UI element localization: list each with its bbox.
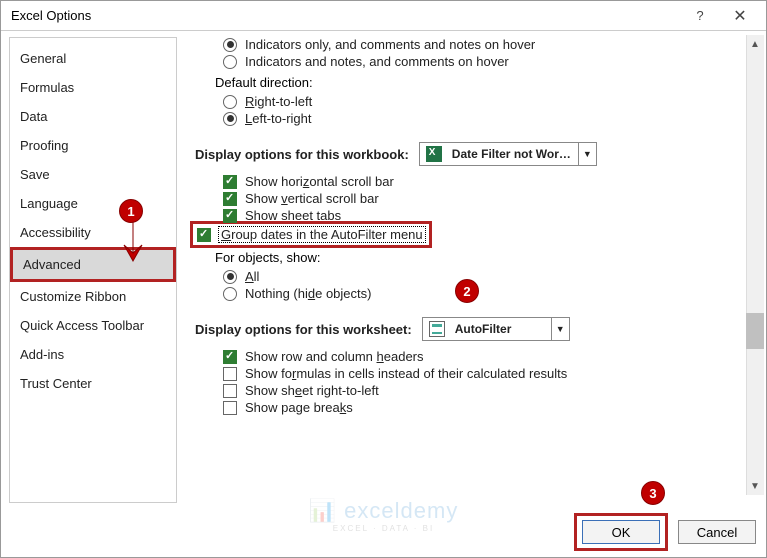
chk-label: Show horizontal scroll bar [245, 174, 394, 189]
excel-icon [424, 144, 444, 164]
callout-3: 3 [641, 481, 665, 505]
chk-label: Show formulas in cells instead of their … [245, 366, 567, 381]
sidebar: General Formulas Data Proofing Save Lang… [9, 37, 177, 503]
dialog-title: Excel Options [7, 8, 680, 23]
chevron-down-icon: ▼ [551, 318, 569, 340]
chevron-down-icon: ▼ [578, 143, 596, 165]
scroll-thumb[interactable] [746, 313, 764, 349]
cancel-button[interactable]: Cancel [678, 520, 756, 544]
workbook-combo[interactable]: Date Filter not Wor… ▼ [419, 142, 597, 166]
close-button[interactable]: ✕ [720, 2, 760, 30]
chk-tabs[interactable] [223, 209, 237, 223]
callout-2: 2 [455, 279, 479, 303]
radio-label: Indicators and notes, and comments on ho… [245, 54, 509, 69]
content-pane: Indicators only, and comments and notes … [177, 31, 766, 509]
excel-options-dialog: Excel Options ? ✕ General Formulas Data … [0, 0, 767, 558]
scroll-up-icon[interactable]: ▲ [746, 35, 764, 53]
sidebar-item-quick-access[interactable]: Quick Access Toolbar [10, 311, 176, 340]
radio-label: Right-to-left [245, 94, 312, 109]
chk-group-dates[interactable] [197, 228, 211, 242]
section-label: Display options for this worksheet: [195, 322, 412, 337]
chk-rowcol[interactable] [223, 350, 237, 364]
radio-nothing[interactable] [223, 287, 237, 301]
worksheet-combo[interactable]: AutoFilter ▼ [422, 317, 570, 341]
chk-pagebreaks[interactable] [223, 401, 237, 415]
sidebar-item-data[interactable]: Data [10, 102, 176, 131]
sidebar-item-general[interactable]: General [10, 44, 176, 73]
ok-highlight: OK [574, 513, 668, 551]
sidebar-item-language[interactable]: Language [10, 189, 176, 218]
chk-label: Group dates in the AutoFilter menu [219, 227, 425, 242]
dialog-body: General Formulas Data Proofing Save Lang… [1, 31, 766, 509]
section-worksheet: Display options for this worksheet: Auto… [195, 317, 758, 341]
radio-ltr[interactable] [223, 112, 237, 126]
chk-formulas[interactable] [223, 367, 237, 381]
sidebar-item-proofing[interactable]: Proofing [10, 131, 176, 160]
radio-all[interactable] [223, 270, 237, 284]
radio-label: Indicators only, and comments and notes … [245, 37, 535, 52]
sheet-icon [427, 319, 447, 339]
radio-label: Left-to-right [245, 111, 311, 126]
sidebar-item-accessibility[interactable]: Accessibility [10, 218, 176, 247]
chk-label: Show vertical scroll bar [245, 191, 379, 206]
radio-indicators-notes[interactable] [223, 55, 237, 69]
chk-vscroll[interactable] [223, 192, 237, 206]
help-icon: ? [696, 8, 703, 23]
chk-label: Show page breaks [245, 400, 353, 415]
sidebar-item-addins[interactable]: Add-ins [10, 340, 176, 369]
chk-sheet-rtl[interactable] [223, 384, 237, 398]
sidebar-item-customize-ribbon[interactable]: Customize Ribbon [10, 282, 176, 311]
sidebar-item-formulas[interactable]: Formulas [10, 73, 176, 102]
titlebar: Excel Options ? ✕ [1, 1, 766, 31]
close-icon: ✕ [733, 6, 746, 26]
chk-label: Show sheet right-to-left [245, 383, 379, 398]
combo-text: Date Filter not Wor… [448, 147, 578, 161]
chk-hscroll[interactable] [223, 175, 237, 189]
section-label: Display options for this workbook: [195, 147, 409, 162]
combo-text: AutoFilter [451, 322, 551, 336]
radio-label: All [245, 269, 259, 284]
ok-button[interactable]: OK [582, 520, 660, 544]
default-direction-label: Default direction: [215, 75, 758, 90]
help-button[interactable]: ? [680, 2, 720, 30]
for-objects-label: For objects, show: [215, 250, 758, 265]
callout-1: 1 [119, 199, 143, 223]
chk-label: Show row and column headers [245, 349, 424, 364]
sidebar-item-advanced[interactable]: Advanced [10, 247, 176, 282]
section-workbook: Display options for this workbook: Date … [195, 142, 758, 166]
radio-indicators-only[interactable] [223, 38, 237, 52]
vertical-scrollbar[interactable]: ▲ ▼ [746, 35, 764, 495]
dialog-footer: OK Cancel [574, 513, 756, 551]
sidebar-item-save[interactable]: Save [10, 160, 176, 189]
scroll-down-icon[interactable]: ▼ [746, 477, 764, 495]
radio-rtl[interactable] [223, 95, 237, 109]
sidebar-item-trust-center[interactable]: Trust Center [10, 369, 176, 398]
radio-label: Nothing (hide objects) [245, 286, 371, 301]
